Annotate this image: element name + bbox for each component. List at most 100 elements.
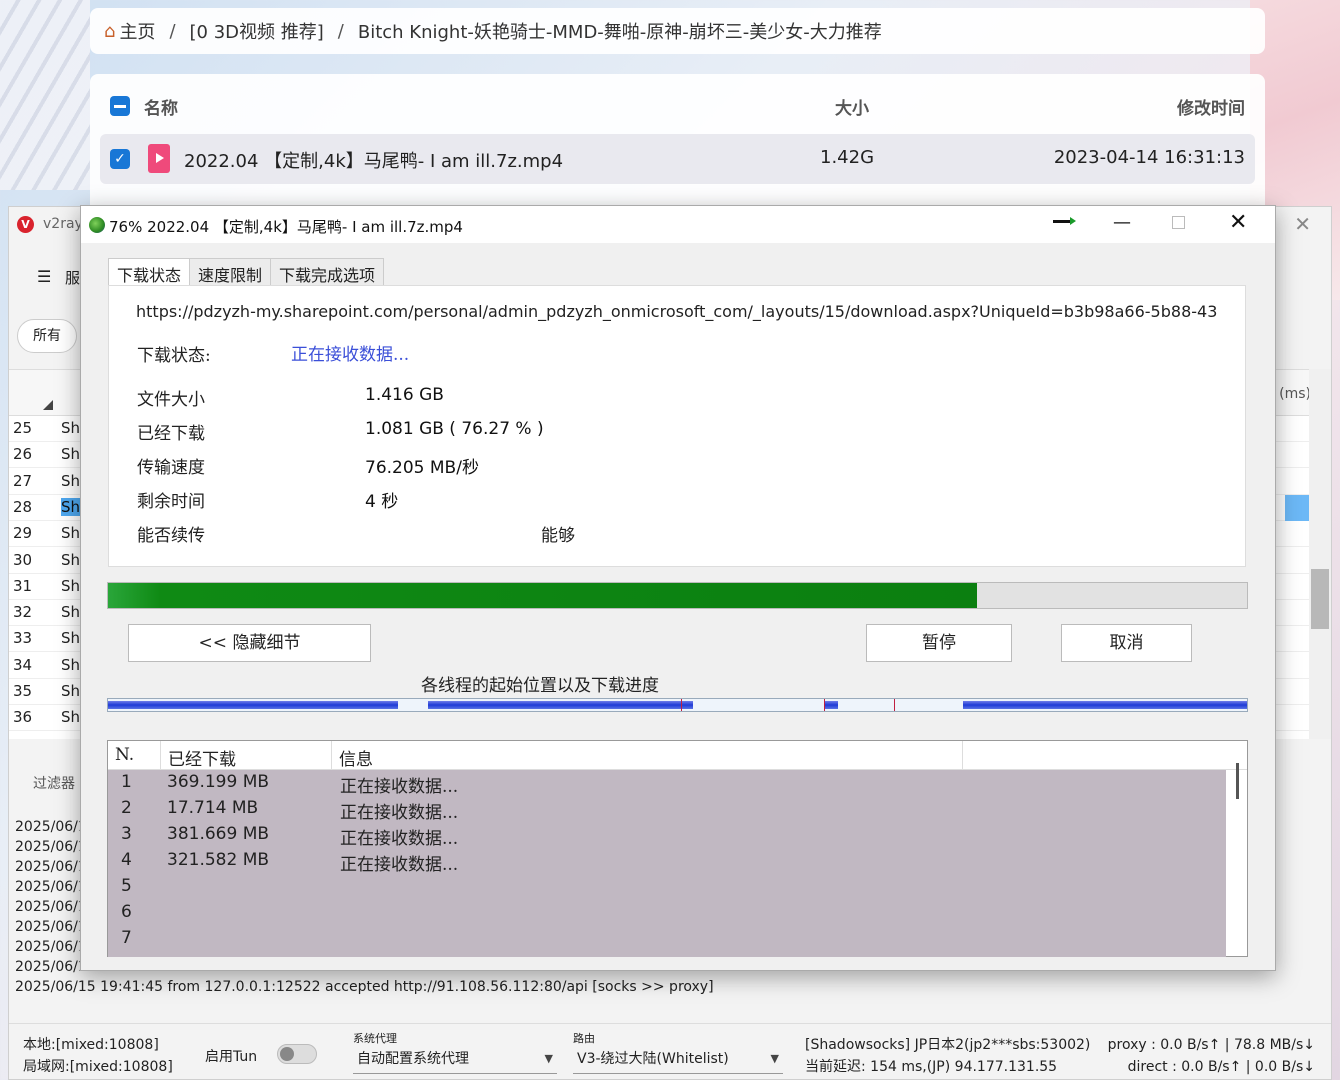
resume-value: 能够 bbox=[541, 526, 575, 546]
thread-list-body: 1 369.199 MB 正在接收数据... 2 17.714 MB 正在接收数据... 3… bbox=[108, 770, 1226, 957]
thread-row[interactable]: 6 bbox=[108, 900, 1226, 926]
close-icon[interactable]: ✕ bbox=[1294, 212, 1311, 236]
threads-title: 各线程的起始位置以及下载进度 bbox=[421, 676, 659, 696]
cancel-button[interactable]: 取消 bbox=[1061, 624, 1192, 662]
v2ray-title: v2ray bbox=[43, 216, 83, 232]
latency-column[interactable]: (ms) bbox=[1279, 386, 1311, 402]
server-menu-icon[interactable]: ☰ bbox=[37, 267, 51, 286]
thread-downloaded: 17.714 MB bbox=[167, 798, 259, 818]
server-index: 32 bbox=[13, 603, 33, 622]
thread-list-scrollbar[interactable] bbox=[1236, 763, 1239, 799]
breadcrumb-folder[interactable]: [0 3D视频 推荐] bbox=[190, 18, 324, 44]
server-index: 33 bbox=[13, 629, 33, 648]
close-icon[interactable]: ✕ bbox=[1229, 210, 1247, 235]
server-type: Sh bbox=[61, 576, 81, 595]
scrollbar-thumb[interactable] bbox=[1311, 569, 1329, 629]
system-proxy-select[interactable]: 自动配置系统代理 ▼ bbox=[353, 1048, 557, 1074]
column-name[interactable]: 名称 bbox=[144, 94, 178, 119]
thread-segment bbox=[428, 701, 693, 709]
all-filter-button[interactable]: 所有 bbox=[17, 319, 77, 353]
proxy-speed: proxy : 0.0 B/s↑ | 78.8 MB/s↓ bbox=[1107, 1037, 1315, 1053]
file-checkbox[interactable]: ✓ bbox=[110, 149, 130, 169]
download-dialog-titlebar: 76% 2022.04 【定制,4k】马尾鸭- I am ill.7z.mp4 … bbox=[81, 206, 1275, 243]
download-dialog: 76% 2022.04 【定制,4k】马尾鸭- I am ill.7z.mp4 … bbox=[80, 205, 1276, 971]
server-type: Sh bbox=[61, 629, 81, 648]
thread-downloaded: 369.199 MB bbox=[167, 772, 270, 792]
thread-list-header: N. 已经下载 信息 bbox=[108, 741, 1247, 770]
thread-row[interactable]: 3 381.669 MB 正在接收数据... bbox=[108, 822, 1226, 849]
thread-info: 正在接收数据... bbox=[340, 829, 459, 849]
thread-segment bbox=[963, 701, 1247, 709]
column-number[interactable]: N. bbox=[115, 745, 134, 765]
thread-segment bbox=[824, 701, 838, 709]
tab-completion-options[interactable]: 下载完成选项 bbox=[270, 258, 385, 286]
thread-downloaded: 381.669 MB bbox=[167, 824, 270, 844]
server-index: 29 bbox=[13, 524, 33, 543]
local-port: 本地:[mixed:10808] bbox=[23, 1037, 159, 1053]
file-modified: 2023-04-14 16:31:13 bbox=[1053, 147, 1245, 168]
breadcrumb-separator: / bbox=[169, 20, 176, 42]
server-type: Sh bbox=[61, 471, 81, 490]
download-dialog-title: 76% 2022.04 【定制,4k】马尾鸭- I am ill.7z.mp4 bbox=[109, 218, 463, 236]
sort-corner-icon[interactable] bbox=[43, 400, 53, 410]
hide-details-button[interactable]: << 隐藏细节 bbox=[128, 624, 371, 662]
globe-icon bbox=[89, 217, 105, 233]
chevron-down-icon: ▼ bbox=[544, 1052, 553, 1065]
server-type: Sh bbox=[61, 497, 81, 516]
tab-download-status[interactable]: 下载状态 bbox=[108, 258, 191, 287]
thread-progress-bar bbox=[107, 698, 1248, 712]
remaining-value: 4 秒 bbox=[365, 492, 399, 512]
speed-value: 76.205 MB/秒 bbox=[365, 458, 479, 478]
arrow-icon[interactable] bbox=[1053, 217, 1076, 225]
dialog-tabs: 下载状态 速度限制 下载完成选项 bbox=[108, 258, 385, 287]
file-list: 名称 大小 修改时间 ✓ 2022.04 【定制,4k】马尾鸭- I am il… bbox=[90, 74, 1265, 214]
column-modified[interactable]: 修改时间 bbox=[1177, 94, 1245, 119]
resume-label: 能否续传 bbox=[137, 526, 205, 546]
server-index: 36 bbox=[13, 708, 33, 727]
thread-info: 正在接收数据... bbox=[340, 855, 459, 875]
minimize-icon[interactable]: — bbox=[1113, 212, 1131, 233]
routing-label: 路由 bbox=[573, 1032, 595, 1045]
maximize-icon[interactable] bbox=[1172, 216, 1185, 229]
home-icon[interactable]: ⌂ bbox=[104, 21, 115, 42]
thread-row[interactable]: 7 bbox=[108, 926, 1226, 952]
breadcrumb-home[interactable]: 主页 bbox=[119, 18, 155, 44]
pause-button[interactable]: 暂停 bbox=[866, 624, 1012, 662]
thread-row[interactable]: 1 369.199 MB 正在接收数据... bbox=[108, 770, 1226, 797]
select-all-checkbox[interactable] bbox=[110, 96, 130, 116]
thread-list: N. 已经下载 信息 1 369.199 MB 正在接收数据... 2 17.714 M… bbox=[107, 740, 1248, 957]
server-menu-label[interactable]: 服 bbox=[65, 267, 80, 288]
column-size[interactable]: 大小 bbox=[835, 94, 869, 119]
v2ray-statusbar: 本地:[mixed:10808] 局域网:[mixed:10808] 启用Tun… bbox=[9, 1023, 1331, 1080]
tab-speed-limit[interactable]: 速度限制 bbox=[189, 258, 272, 286]
thread-row[interactable]: 4 321.582 MB 正在接收数据... bbox=[108, 848, 1226, 875]
tun-toggle[interactable] bbox=[277, 1044, 317, 1064]
file-row[interactable]: ✓ 2022.04 【定制,4k】马尾鸭- I am ill.7z.mp4 1.… bbox=[100, 134, 1255, 184]
thread-info: 正在接收数据... bbox=[340, 803, 459, 823]
direct-speed: direct : 0.0 B/s↑ | 0.0 B/s↓ bbox=[1127, 1059, 1315, 1075]
file-list-header: 名称 大小 修改时间 bbox=[90, 74, 1265, 134]
downloaded-label: 已经下载 bbox=[137, 424, 205, 444]
thread-info: 正在接收数据... bbox=[340, 777, 459, 797]
thread-row[interactable]: 5 bbox=[108, 874, 1226, 900]
log-filter-label[interactable]: 过滤器 bbox=[33, 773, 75, 793]
thread-number: 3 bbox=[121, 824, 132, 844]
thread-number: 1 bbox=[121, 772, 132, 792]
thread-row[interactable]: 2 17.714 MB 正在接收数据... bbox=[108, 796, 1226, 823]
server-type: Sh bbox=[61, 682, 81, 700]
server-type: Sh bbox=[61, 550, 81, 569]
thread-segment bbox=[108, 701, 398, 709]
thread-number: 7 bbox=[121, 928, 132, 948]
tun-label: 启用Tun bbox=[205, 1049, 258, 1065]
column-info[interactable]: 信息 bbox=[339, 745, 373, 770]
current-latency: 当前延迟: 154 ms,(JP) 94.177.131.55 bbox=[805, 1059, 1058, 1075]
server-index: 34 bbox=[13, 655, 33, 674]
remaining-label: 剩余时间 bbox=[137, 492, 205, 512]
server-grid-scrollbar[interactable] bbox=[1309, 369, 1331, 739]
thread-number: 6 bbox=[121, 902, 132, 922]
column-downloaded[interactable]: 已经下载 bbox=[168, 745, 236, 770]
routing-select[interactable]: V3-绕过大陆(Whitelist) ▼ bbox=[573, 1048, 783, 1074]
file-size: 1.42G bbox=[820, 147, 875, 168]
server-type: Sh bbox=[61, 708, 81, 727]
breadcrumb: ⌂ 主页 / [0 3D视频 推荐] / Bitch Knight-妖艳骑士-M… bbox=[90, 8, 1265, 54]
